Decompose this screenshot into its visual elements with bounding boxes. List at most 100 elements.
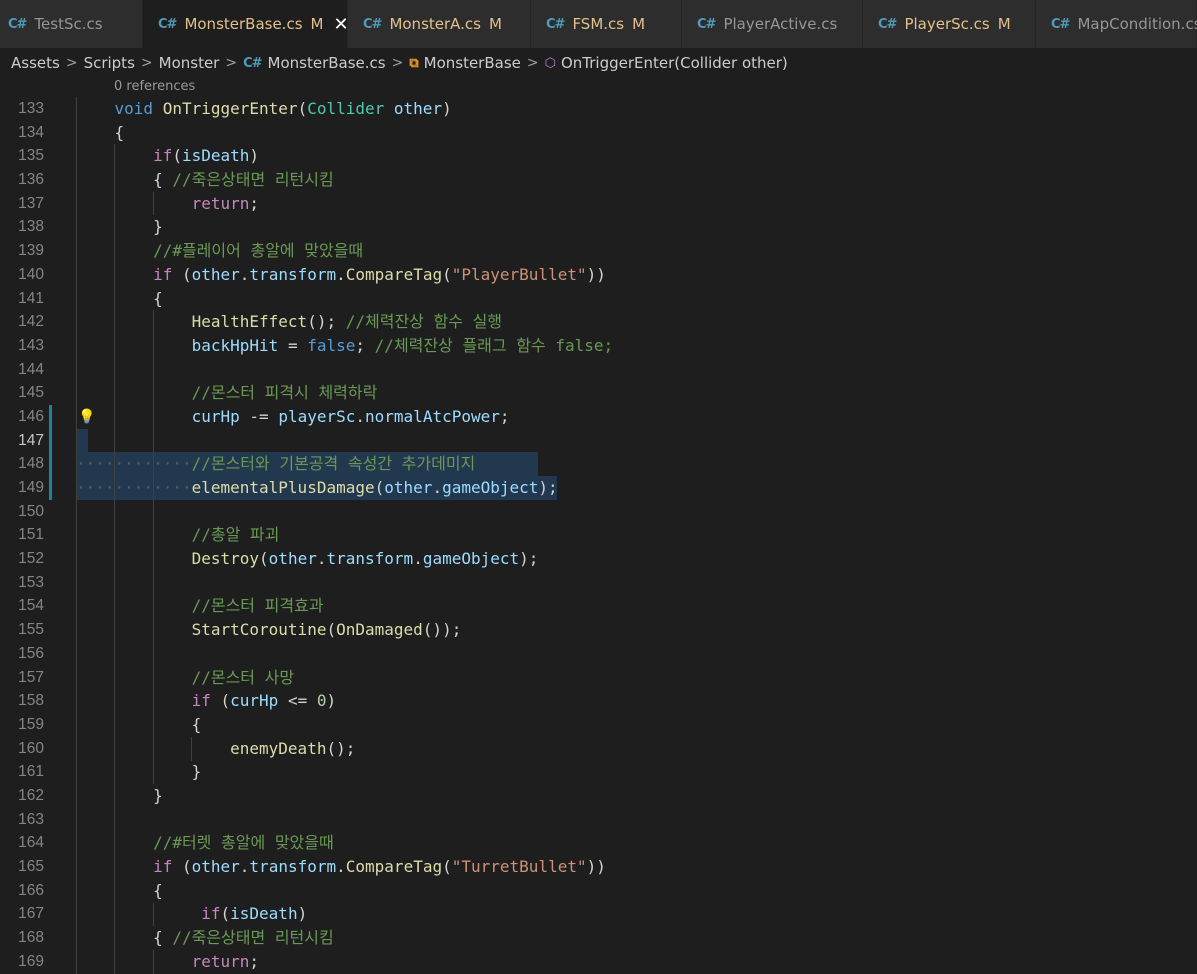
code-line[interactable]: 154 //몬스터 피격효과 — [0, 594, 1197, 618]
line-number: 143 — [18, 336, 44, 354]
code-text: ············elementalPlusDamage(other.ga… — [76, 478, 558, 497]
code-line[interactable]: 153 — [0, 571, 1197, 595]
tab-playersc-cs[interactable]: C# PlayerSc.cs M — [863, 0, 1036, 48]
tab-fsm-cs[interactable]: C# FSM.cs M — [531, 0, 682, 48]
code-line[interactable]: 152 Destroy(other.transform.gameObject); — [0, 547, 1197, 571]
csharp-file-icon: C# — [546, 16, 565, 32]
code-line[interactable]: 162 } — [0, 784, 1197, 808]
line-number: 148 — [18, 455, 44, 473]
code-lines[interactable]: 133 void OnTriggerEnter(Collider other) 1… — [0, 97, 1197, 974]
code-line[interactable]: 137 return; — [0, 192, 1197, 216]
code-line[interactable]: 155 StartCoroutine(OnDamaged()); — [0, 618, 1197, 642]
tab-label: PlayerActive.cs — [723, 15, 838, 33]
code-line[interactable]: 147 — [0, 428, 1197, 453]
breadcrumb-item[interactable]: MonsterBase.cs — [268, 54, 386, 72]
code-text: { — [153, 288, 163, 308]
code-line[interactable]: 164 //#터렛 총알에 맞았을때 — [0, 831, 1197, 855]
indent-guide — [152, 950, 154, 974]
code-line[interactable]: 141 { — [0, 287, 1197, 311]
git-change-indicator[interactable] — [49, 452, 52, 476]
line-number: 160 — [18, 739, 44, 757]
tab-mapcondition-cs[interactable]: C# MapCondition.cs — [1036, 0, 1197, 48]
line-number: 163 — [18, 810, 44, 828]
code-line[interactable]: 157 //몬스터 사망 — [0, 666, 1197, 690]
method-icon: ⬡ — [544, 55, 556, 71]
indent-guide — [76, 97, 77, 974]
code-line[interactable]: 161 } — [0, 760, 1197, 784]
text-selection — [76, 428, 88, 453]
code-line[interactable]: 133 void OnTriggerEnter(Collider other) — [0, 97, 1197, 121]
class-icon: ⧉ — [409, 55, 418, 71]
code-line[interactable]: 143 backHpHit = false; //체력잔상 플래그 함수 fal… — [0, 334, 1197, 358]
code-line[interactable]: 134 { — [0, 121, 1197, 145]
code-line[interactable]: 160 enemyDeath(); — [0, 737, 1197, 761]
tab-monsterbase-cs[interactable]: C# MonsterBase.cs M ✕ — [143, 0, 349, 48]
code-text: { — [153, 880, 163, 900]
line-number: 151 — [18, 526, 44, 544]
code-line[interactable]: 168 { //죽은상태면 리턴시킴 — [0, 926, 1197, 950]
git-change-indicator[interactable] — [49, 476, 52, 500]
tab-label: MapCondition.cs — [1077, 15, 1197, 33]
code-text: StartCoroutine(OnDamaged()); — [191, 620, 462, 640]
code-line[interactable]: 146 curHp -= playerSc.normalAtcPower; 💡 — [0, 404, 1197, 430]
git-change-indicator[interactable] — [49, 404, 52, 429]
code-line[interactable]: 169 return; — [0, 950, 1197, 974]
tab-playeractive-cs[interactable]: C# PlayerActive.cs — [682, 0, 863, 48]
breadcrumb-item[interactable]: OnTriggerEnter(Collider other) — [561, 54, 788, 72]
breadcrumb-item[interactable]: MonsterBase — [424, 54, 521, 72]
breadcrumb-item[interactable]: Scripts — [84, 54, 135, 72]
line-number: 145 — [18, 384, 44, 402]
tab-monstera-cs[interactable]: C# MonsterA.cs M — [348, 0, 531, 48]
indent-guide — [152, 310, 154, 785]
line-number: 133 — [18, 100, 44, 117]
code-line[interactable]: 136 { //죽은상태면 리턴시킴 — [0, 168, 1197, 192]
line-number: 134 — [18, 123, 44, 141]
code-line[interactable]: 159 { — [0, 713, 1197, 737]
code-line[interactable]: 135 if(isDeath) — [0, 144, 1197, 168]
code-line[interactable]: 151 //총알 파괴 — [0, 523, 1197, 547]
code-line[interactable]: 149 ············elementalPlusDamage(other… — [0, 476, 1197, 500]
code-editor[interactable]: 0 references 133 void OnTriggerEnter(Col… — [0, 77, 1197, 974]
code-text: return; — [191, 193, 260, 213]
code-text: } — [153, 217, 163, 237]
code-line[interactable]: 142 HealthEffect(); //체력잔상 함수 실행 — [0, 310, 1197, 334]
code-line[interactable]: 138 } — [0, 215, 1197, 239]
line-number: 164 — [18, 834, 44, 852]
indent-guide — [152, 191, 154, 216]
code-line[interactable]: 163 — [0, 808, 1197, 832]
breadcrumb-item[interactable]: Assets — [11, 54, 60, 72]
modified-indicator: M — [488, 15, 502, 33]
code-text: { — [191, 714, 202, 734]
indent-guide — [114, 144, 116, 974]
code-line[interactable]: 148 ············//몬스터와 기본공격 속성간 추가데미지 — [0, 452, 1197, 476]
tab-testsc-cs[interactable]: C# TestSc.cs — [0, 0, 143, 48]
git-change-indicator[interactable] — [49, 428, 52, 453]
close-tab-icon[interactable]: ✕ — [333, 14, 348, 35]
code-line[interactable]: 140 if (other.transform.CompareTag("Play… — [0, 263, 1197, 287]
codelens-references[interactable]: 0 references — [114, 77, 195, 97]
csharp-file-icon: C# — [697, 16, 716, 32]
code-line[interactable]: 150 — [0, 500, 1197, 524]
code-line[interactable]: 139 //#플레이어 총알에 맞았을때 — [0, 239, 1197, 263]
code-line[interactable]: 144 — [0, 358, 1197, 382]
code-line[interactable]: 166 { — [0, 879, 1197, 903]
breadcrumb-separator: > — [65, 55, 78, 71]
code-line[interactable]: 165 if (other.transform.CompareTag("Turr… — [0, 855, 1197, 879]
line-number: 162 — [18, 786, 44, 804]
indent-guide — [152, 902, 154, 927]
code-line[interactable]: 167 if(isDeath) — [0, 902, 1197, 926]
code-line[interactable]: 156 — [0, 642, 1197, 666]
csharp-file-icon: C# — [363, 16, 382, 32]
breadcrumb: Assets > Scripts > Monster > C# MonsterBase.cs >… — [0, 49, 1197, 77]
code-line[interactable]: 145 //몬스터 피격시 체력하락 — [0, 381, 1197, 405]
breadcrumb-item[interactable]: Monster — [159, 54, 220, 72]
csharp-file-icon: C# — [8, 16, 27, 32]
indent-guide — [191, 736, 193, 761]
line-number: 155 — [18, 621, 44, 639]
tab-label: TestSc.cs — [34, 15, 103, 33]
line-number: 139 — [18, 242, 44, 260]
breadcrumb-separator: > — [391, 55, 404, 71]
breadcrumb-separator: > — [140, 55, 153, 71]
code-line[interactable]: 158 if (curHp <= 0) — [0, 689, 1197, 713]
lightbulb-icon[interactable]: 💡 — [78, 406, 95, 430]
